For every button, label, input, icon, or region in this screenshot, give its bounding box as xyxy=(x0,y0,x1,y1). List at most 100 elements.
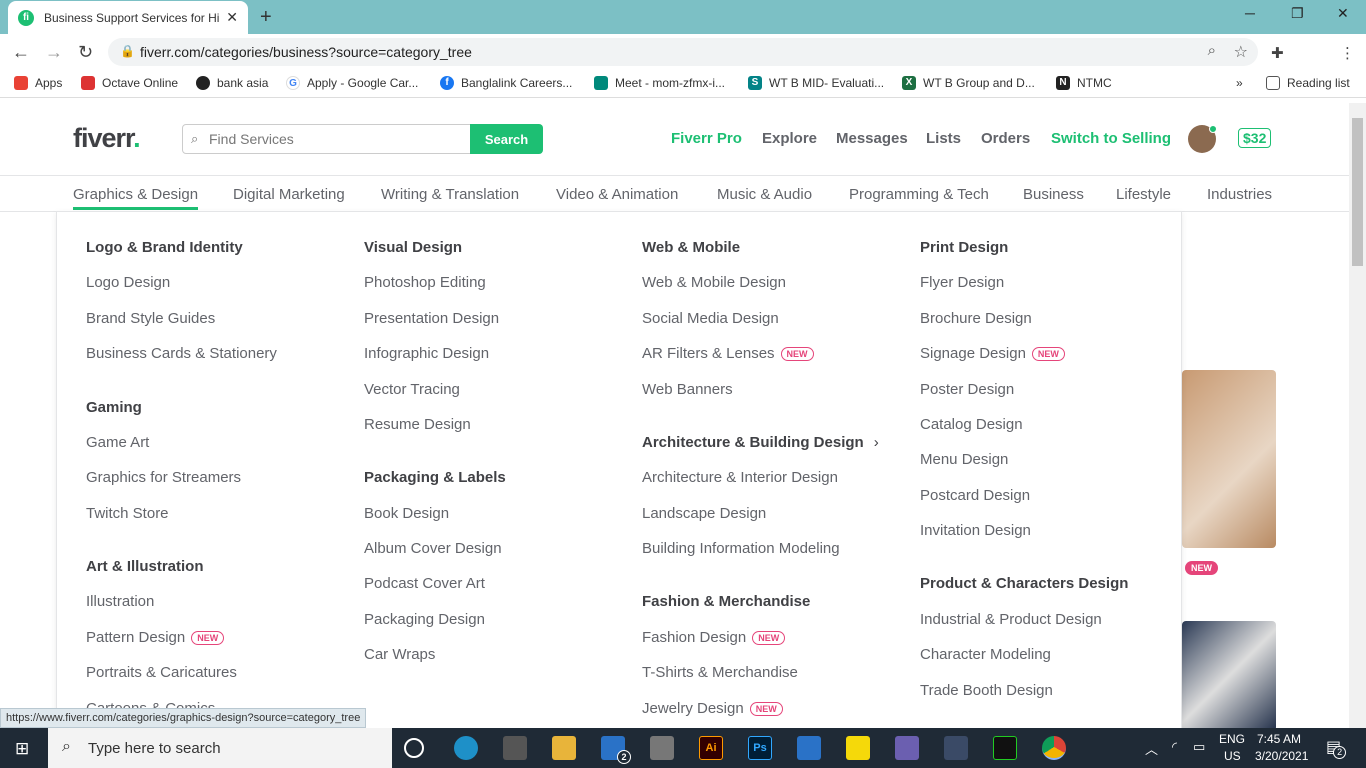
nav-fiverr-pro[interactable]: Fiverr Pro xyxy=(671,130,742,147)
menu-item[interactable]: Trade Booth Design xyxy=(920,682,1053,699)
windows-start-icon[interactable]: ⊞ xyxy=(15,739,29,759)
app-icon[interactable] xyxy=(944,736,968,760)
extensions-icon[interactable]: ✚ xyxy=(1271,44,1284,62)
menu-item[interactable]: Architecture & Interior Design xyxy=(642,469,838,486)
menu-item[interactable]: Vector Tracing xyxy=(364,381,460,398)
nav-lists[interactable]: Lists xyxy=(926,130,961,147)
category-programming-tech[interactable]: Programming & Tech xyxy=(849,186,989,203)
menu-item[interactable]: Web Banners xyxy=(642,381,733,398)
bookmark-octave[interactable]: Octave Online xyxy=(81,76,178,90)
browser-tab[interactable]: fi Business Support Services for Hir ✕ xyxy=(8,1,248,34)
category-business[interactable]: Business xyxy=(1023,186,1084,203)
category-video-animation[interactable]: Video & Animation xyxy=(556,186,678,203)
bookmark-wt-group[interactable]: X WT B Group and D... xyxy=(902,76,1035,90)
menu-item[interactable]: Car Wraps xyxy=(364,646,435,663)
language-ime[interactable]: ENG xyxy=(1219,732,1245,746)
background-gig-image[interactable] xyxy=(1182,621,1276,728)
search-icon[interactable]: ⌕ xyxy=(1208,42,1216,59)
category-graphics-design[interactable]: Graphics & Design xyxy=(73,186,199,210)
chrome-icon[interactable] xyxy=(1042,736,1066,760)
menu-item[interactable]: Album Cover Design xyxy=(364,540,502,557)
menu-heading[interactable]: Packaging & Labels xyxy=(364,469,506,486)
network-icon[interactable]: ◜ xyxy=(1172,739,1177,755)
notifications-icon[interactable]: ▤2 xyxy=(1326,737,1347,759)
keyboard-layout[interactable]: US xyxy=(1224,749,1241,763)
menu-item[interactable]: Book Design xyxy=(364,505,449,522)
menu-item[interactable]: Twitch Store xyxy=(86,505,169,522)
mail-icon[interactable]: 2 xyxy=(601,736,631,764)
category-writing-translation[interactable]: Writing & Translation xyxy=(381,186,519,203)
bookmark-google[interactable]: G Apply - Google Car... xyxy=(286,76,418,90)
taskbar-search-input[interactable]: ⌕ Type here to search xyxy=(48,728,392,768)
menu-item[interactable]: T-Shirts & Merchandise xyxy=(642,664,798,681)
category-music-audio[interactable]: Music & Audio xyxy=(717,186,812,203)
search-input[interactable]: ⌕ Find Services xyxy=(182,124,472,154)
scrollbar-thumb[interactable] xyxy=(1352,118,1363,266)
menu-item[interactable]: Portraits & Caricatures xyxy=(86,664,237,681)
menu-item[interactable]: Catalog Design xyxy=(920,416,1023,433)
menu-heading[interactable]: Fashion & Merchandise xyxy=(642,593,810,610)
restore-icon[interactable]: ❐ xyxy=(1291,5,1304,22)
menu-item[interactable]: Flyer Design xyxy=(920,274,1004,291)
photoshop-icon[interactable]: Ps xyxy=(748,736,772,760)
menu-item[interactable]: Packaging Design xyxy=(364,611,485,628)
menu-item[interactable]: Logo Design xyxy=(86,274,170,291)
menu-heading[interactable]: Gaming xyxy=(86,399,142,416)
close-tab-icon[interactable]: ✕ xyxy=(226,9,238,26)
nav-explore[interactable]: Explore xyxy=(762,130,817,147)
balance-badge[interactable]: $32 xyxy=(1238,128,1272,148)
menu-heading[interactable]: Product & Characters Design xyxy=(920,575,1128,592)
illustrator-icon[interactable]: Ai xyxy=(699,736,723,760)
edge-icon[interactable] xyxy=(454,736,478,760)
fiverr-logo[interactable]: fiverr. xyxy=(73,123,141,154)
calendar-icon[interactable] xyxy=(797,736,821,760)
reload-icon[interactable]: ↻ xyxy=(78,42,93,63)
menu-item[interactable]: Character Modeling xyxy=(920,646,1051,663)
menu-item[interactable]: Brochure Design xyxy=(920,310,1032,327)
file-explorer-icon[interactable] xyxy=(552,736,576,760)
menu-heading[interactable]: Web & Mobile xyxy=(642,239,740,256)
address-bar[interactable]: 🔒 fiverr.com/categories/business?source=… xyxy=(108,38,1258,66)
bookmark-star-icon[interactable]: ☆ xyxy=(1234,42,1248,62)
menu-item[interactable]: AR Filters & Lenses NEW xyxy=(642,345,814,362)
calculator-icon[interactable] xyxy=(650,736,674,760)
background-gig-image[interactable] xyxy=(1182,370,1276,548)
user-avatar[interactable] xyxy=(1188,125,1217,153)
menu-item[interactable]: Business Cards & Stationery xyxy=(86,345,277,362)
menu-item[interactable]: Illustration xyxy=(86,593,154,610)
nav-messages[interactable]: Messages xyxy=(836,130,908,147)
category-lifestyle[interactable]: Lifestyle xyxy=(1116,186,1171,203)
menu-item[interactable]: Signage Design NEW xyxy=(920,345,1065,362)
menu-heading[interactable]: Art & Illustration xyxy=(86,558,204,575)
page-scrollbar[interactable] xyxy=(1349,103,1366,728)
minimize-icon[interactable]: ─ xyxy=(1245,5,1255,21)
menu-item[interactable]: Landscape Design xyxy=(642,505,766,522)
menu-item[interactable]: Industrial & Product Design xyxy=(920,611,1102,628)
menu-item[interactable]: Brand Style Guides xyxy=(86,310,215,327)
menu-item[interactable]: Infographic Design xyxy=(364,345,489,362)
category-digital-marketing[interactable]: Digital Marketing xyxy=(233,186,345,203)
chevron-up-icon[interactable]: ︿ xyxy=(1145,739,1158,758)
back-icon[interactable]: ← xyxy=(12,42,30,63)
reading-list-button[interactable]: Reading list xyxy=(1266,76,1350,90)
app-icon[interactable] xyxy=(895,736,919,760)
nav-orders[interactable]: Orders xyxy=(981,130,1030,147)
menu-heading[interactable]: Architecture & Building Design › xyxy=(642,434,879,451)
menu-item[interactable]: Podcast Cover Art xyxy=(364,575,485,592)
menu-item[interactable]: Building Information Modeling xyxy=(642,540,840,557)
category-industries[interactable]: Industries xyxy=(1207,186,1272,203)
menu-item[interactable]: Pattern Design NEW xyxy=(86,629,225,646)
switch-to-selling[interactable]: Switch to Selling xyxy=(1051,130,1171,147)
bookmark-wt-mid[interactable]: S WT B MID- Evaluati... xyxy=(748,76,884,90)
menu-heading[interactable]: Visual Design xyxy=(364,239,462,256)
menu-item[interactable]: Fashion Design NEW xyxy=(642,629,786,646)
menu-item[interactable]: Jewelry Design NEW xyxy=(642,700,783,717)
new-tab-icon[interactable]: + xyxy=(260,6,272,29)
task-view-icon[interactable] xyxy=(404,738,424,758)
bookmark-apps[interactable]: Apps xyxy=(14,76,62,90)
forward-icon[interactable]: → xyxy=(45,42,63,63)
menu-item[interactable]: Game Art xyxy=(86,434,149,451)
clock-time[interactable]: 7:45 AM xyxy=(1257,732,1301,746)
bookmark-banglalink[interactable]: f Banglalink Careers... xyxy=(440,76,572,90)
menu-item[interactable]: Poster Design xyxy=(920,381,1014,398)
